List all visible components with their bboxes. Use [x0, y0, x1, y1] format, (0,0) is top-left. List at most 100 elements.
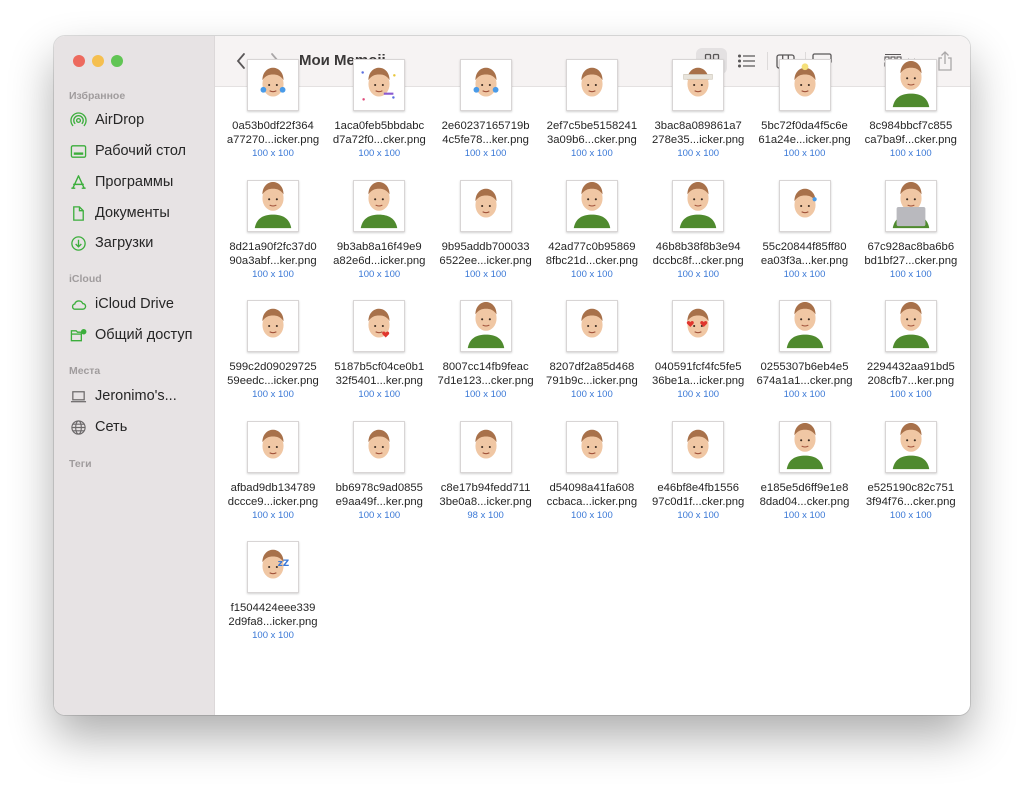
memoji-icon: [686, 308, 709, 338]
file-name: 8207df2a85d468 791b9c...icker.png: [539, 360, 645, 388]
file-name: e185e5d6ff9e1e8 8dad04...cker.png: [752, 481, 858, 509]
sidebar-item-shared[interactable]: Общий доступ: [69, 324, 209, 346]
file-name-line1: f1504424eee339: [230, 602, 316, 614]
download-icon: [69, 234, 87, 252]
file-item[interactable]: 1aca0feb5bbdabc d7a72f0...cker.png 100 x 1…: [326, 59, 432, 160]
sidebar-item-desktop[interactable]: Рабочий стол: [69, 140, 209, 162]
file-item[interactable]: 599c2d09029725 59eedc...icker.png 100 x 10…: [220, 300, 326, 401]
memoji-icon: [262, 429, 284, 459]
file-name-line2: 8fbc21d...cker.png: [545, 254, 639, 267]
file-item[interactable]: afbad9db134789 dccce9...icker.png 100 x 10…: [220, 420, 326, 522]
file-name-line2: dccbc8f...cker.png: [652, 254, 744, 267]
file-item[interactable]: bb6978c9ad0855 e9aa49f...ker.png 100 x 100: [326, 420, 432, 522]
file-item[interactable]: 2294432aa91bd5 208cfb7...ker.png 100 x 100: [858, 300, 964, 401]
file-item[interactable]: 8207df2a85d468 791b9c...icker.png 100 x 10…: [539, 300, 645, 401]
image-dimensions: 100 x 100: [677, 389, 720, 400]
sidebar-item-icloud-drive[interactable]: iCloud Drive: [69, 293, 209, 315]
sidebar-item-label: Программы: [95, 174, 174, 190]
sidebar-item-applications[interactable]: Программы: [69, 171, 209, 193]
file-item[interactable]: 46b8b38f8b3e94 dccbc8f...cker.png 100 x 10…: [645, 179, 751, 281]
sidebar-section-icloud: iCloud: [69, 273, 102, 285]
file-item[interactable]: zZ f1504424eee339 2d9fa8...icker.png 100 x…: [220, 541, 326, 642]
file-item[interactable]: c8e17b94fedd711 3be0a8...icker.png 98 x 10…: [433, 420, 539, 522]
file-item[interactable]: 2ef7c5be5158241 3a09b6...cker.png 100 x 10…: [539, 59, 645, 160]
file-thumbnail: [672, 420, 725, 473]
file-item[interactable]: d54098a41fa608 ccbaca...icker.png 100 x 10…: [539, 420, 645, 522]
file-item[interactable]: 9b95addb700033 6522ee...icker.png 100 x 10…: [433, 179, 539, 281]
memoji-icon: [361, 67, 396, 101]
file-item[interactable]: 3bac8a089861a7 278e35...icker.png 100 x 10…: [645, 59, 751, 160]
desktop-icon: [69, 142, 87, 160]
file-name: f1504424eee339 2d9fa8...icker.png: [220, 601, 326, 629]
shared-folder-icon: [69, 326, 87, 344]
applications-icon: [69, 173, 87, 191]
sidebar-item-computer[interactable]: Jeronimo's...: [69, 385, 209, 407]
window-controls: [73, 55, 123, 67]
file-name: 9b95addb700033 6522ee...icker.png: [433, 240, 539, 268]
file-name: 8d21a90f2fc37d0 90a3abf...ker.png: [220, 240, 326, 268]
image-dimensions: 100 x 100: [571, 509, 613, 521]
file-item[interactable]: 5187b5cf04ce0b1 32f5401...ker.png 100 x 10…: [326, 300, 432, 401]
file-name: c8e17b94fedd711 3be0a8...icker.png: [433, 481, 539, 509]
document-icon: [69, 204, 87, 222]
image-dimensions: 100 x 100: [783, 389, 826, 400]
image-dimensions: 100 x 100: [889, 268, 932, 280]
file-name-line2: a82e6d...icker.png: [333, 254, 426, 267]
file-thumbnail: [459, 300, 512, 352]
image-dimensions: 100 x 100: [252, 148, 294, 159]
image-dimensions: 100 x 100: [783, 509, 826, 521]
file-item[interactable]: 8007cc14fb9feac 7d1e123...cker.png 100 x 1…: [433, 300, 539, 401]
file-name-line1: 8207df2a85d468: [549, 361, 635, 373]
memoji-icon: [786, 422, 823, 469]
file-name: 67c928ac8ba6b6 bd1bf27...cker.png: [858, 240, 964, 268]
file-name-line1: 5187b5cf04ce0b1: [334, 361, 425, 373]
file-name-line1: e185e5d6ff9e1e8: [760, 481, 849, 494]
file-item[interactable]: 5bc72f0da4f5c6e 61a24e...icker.png 100 x 1…: [752, 59, 858, 160]
file-item[interactable]: 8d21a90f2fc37d0 90a3abf...ker.png 100 x 10…: [220, 179, 326, 281]
sidebar-item-label: Рабочий стол: [95, 143, 187, 159]
file-item[interactable]: e46bf8e4fb1556 97c0d1f...cker.png 100 x 10…: [645, 420, 751, 522]
sidebar-item-network[interactable]: Сеть: [69, 416, 209, 438]
memoji-icon: [475, 188, 497, 218]
maximize-button[interactable]: [111, 55, 123, 67]
file-item[interactable]: e525190c82c751 3f94f76...cker.png 100 x 10…: [858, 420, 964, 522]
file-name-line1: 8c984bbcf7c855: [869, 120, 953, 132]
file-item[interactable]: 42ad77c0b95869 8fbc21d...cker.png 100 x 10…: [539, 179, 645, 281]
file-name-line1: e525190c82c751: [867, 481, 955, 494]
file-thumbnail: [459, 59, 512, 111]
file-name-line1: 0a53b0df22f364: [232, 120, 314, 132]
image-dimensions: 100 x 100: [464, 389, 507, 400]
memoji-icon: [254, 181, 292, 228]
image-dimensions: 100 x 100: [889, 389, 932, 400]
sidebar-item-downloads[interactable]: Загрузки: [69, 232, 209, 254]
file-item[interactable]: 0a53b0df22f364 a77270...icker.png 100 x 10…: [220, 59, 326, 160]
file-item[interactable]: 9b3ab8a16f49e9 a82e6d...icker.png 100 x 10…: [326, 179, 432, 281]
memoji-icon: [892, 181, 930, 228]
file-item[interactable]: 67c928ac8ba6b6 bd1bf27...cker.png 100 x 10…: [858, 179, 964, 281]
file-item[interactable]: 55c20844f85ff80 ea03f3a...ker.png 100 x 10…: [752, 179, 858, 281]
file-name: 5bc72f0da4f5c6e 61a24e...icker.png: [752, 119, 858, 147]
memoji-icon: [368, 429, 390, 459]
memoji-icon: [786, 302, 823, 349]
file-item[interactable]: e185e5d6ff9e1e8 8dad04...cker.png 100 x 10…: [752, 420, 858, 522]
close-button[interactable]: [73, 55, 85, 67]
file-name-line2: 2d9fa8...icker.png: [228, 616, 318, 628]
sidebar-item-airdrop[interactable]: AirDrop: [69, 109, 209, 131]
laptop-icon: [69, 387, 87, 405]
file-name-line2: 4c5fe78...ker.png: [442, 134, 529, 146]
file-thumbnail: [247, 300, 299, 352]
file-item[interactable]: 2e60237165719b 4c5fe78...ker.png 100 x 100: [433, 59, 539, 160]
file-item[interactable]: 040591fcf4fc5fe5 36be1a...icker.png 100 x …: [645, 300, 751, 401]
minimize-button[interactable]: [92, 55, 104, 67]
file-item[interactable]: 0255307b6eb4e5 674a1a1...cker.png 100 x 10…: [752, 300, 858, 401]
file-thumbnail: [884, 179, 937, 232]
image-dimensions: 100 x 100: [252, 268, 294, 280]
file-thumbnail: [459, 179, 512, 232]
file-name-line2: 278e35...icker.png: [652, 134, 745, 146]
file-item[interactable]: 8c984bbcf7c855 ca7ba9f...cker.png 100 x 10…: [858, 59, 964, 160]
sidebar-item-label: Общий доступ: [95, 327, 193, 343]
memoji-icon: [368, 308, 390, 338]
file-thumbnail: [672, 300, 725, 352]
memoji-icon: [793, 63, 816, 97]
sidebar-item-documents[interactable]: Документы: [69, 202, 209, 224]
